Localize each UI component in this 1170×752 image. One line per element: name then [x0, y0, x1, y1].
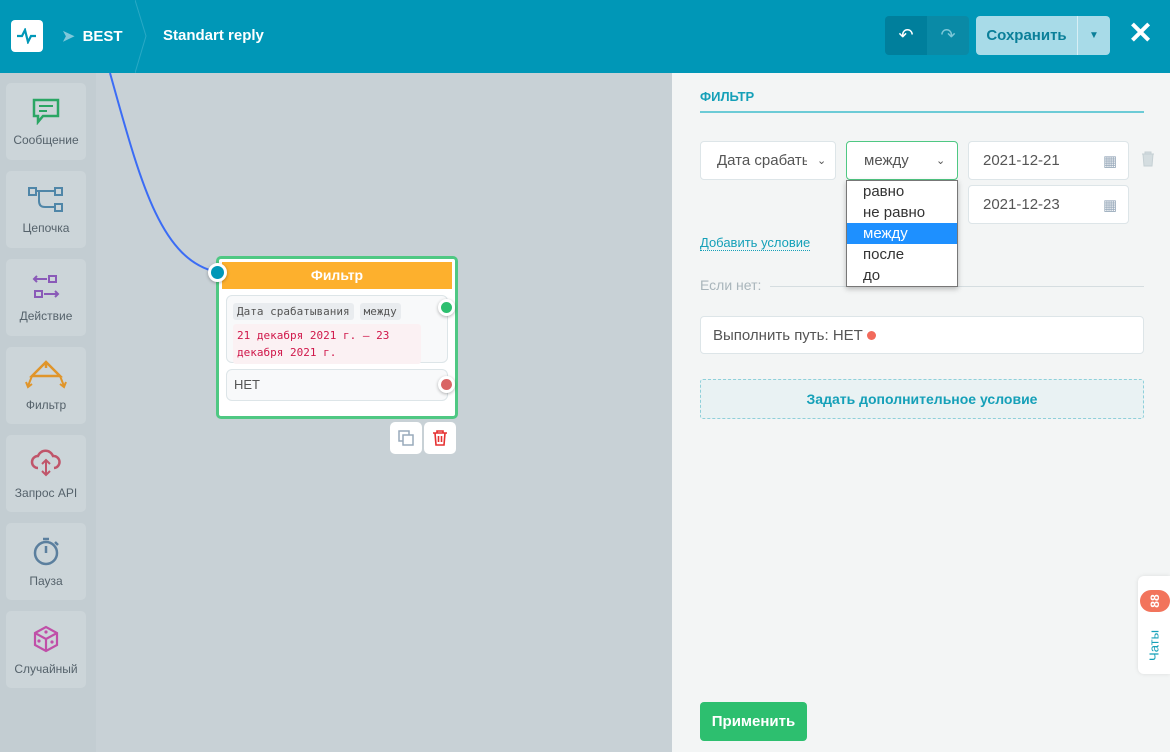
date-from-value: 2021-12-21	[983, 152, 1060, 169]
close-icon[interactable]: ✕	[1128, 18, 1153, 50]
panel-heading: ФИЛЬТР	[700, 89, 755, 104]
field-value: Дата срабать	[717, 152, 807, 169]
option-between[interactable]: между	[847, 223, 957, 244]
chats-label: Чаты	[1146, 630, 1162, 661]
operator-dropdown: равно не равно между после до	[846, 180, 958, 287]
undo-redo-group: ↶ ↷	[885, 16, 969, 55]
option-before[interactable]: до	[847, 265, 957, 286]
trash-icon	[433, 430, 447, 446]
add-condition-link[interactable]: Добавить условие	[700, 235, 811, 251]
delete-condition-icon[interactable]	[1141, 151, 1155, 167]
if-no-label: Если нет:	[700, 277, 762, 293]
no-output-port[interactable]	[438, 376, 455, 393]
apply-button[interactable]: Применить	[700, 702, 807, 741]
copy-node-button[interactable]	[390, 422, 422, 454]
no-path-label: Выполнить путь: НЕТ	[713, 327, 863, 344]
undo-button[interactable]: ↶	[885, 16, 927, 55]
node-no-branch[interactable]: НЕТ	[226, 369, 455, 401]
operator-value: между	[864, 152, 909, 169]
node-title: Фильтр	[222, 262, 452, 289]
chevron-down-icon: ⌄	[817, 155, 827, 167]
yes-output-port[interactable]	[438, 299, 455, 316]
option-after[interactable]: после	[847, 244, 957, 265]
option-not-equal[interactable]: не равно	[847, 202, 957, 223]
calendar-icon[interactable]: ▦	[1103, 196, 1117, 214]
option-equal[interactable]: равно	[847, 181, 957, 202]
add-extra-condition-button[interactable]: Задать дополнительное условие	[700, 379, 1144, 419]
chats-count-badge: 88	[1140, 590, 1170, 612]
red-dot-icon	[867, 331, 877, 340]
no-branch-label: НЕТ	[234, 377, 260, 392]
date-to-input[interactable]: 2021-12-23 ▦	[968, 185, 1129, 224]
filter-node[interactable]: Фильтр Дата срабатывания между 21 декабря…	[216, 256, 458, 419]
operator-select[interactable]: между ⌄	[846, 141, 958, 180]
condition-field: Дата срабатывания	[233, 303, 354, 320]
field-select[interactable]: Дата срабать ⌄	[700, 141, 836, 180]
save-dropdown-button[interactable]: ▼	[1078, 16, 1110, 55]
save-button-group: Сохранить ▼	[976, 16, 1110, 55]
condition-operator: между	[359, 303, 401, 320]
no-path-field[interactable]: Выполнить путь: НЕТ	[700, 316, 1144, 354]
save-button[interactable]: Сохранить	[976, 16, 1078, 55]
node-condition[interactable]: Дата срабатывания между 21 декабря 2021 г…	[226, 295, 455, 364]
condition-dates: 21 декабря 2021 г. — 23 декабря 2021 г.	[233, 324, 421, 364]
date-from-input[interactable]: 2021-12-21 ▦	[968, 141, 1129, 180]
node-input-port[interactable]	[208, 263, 227, 282]
delete-node-button[interactable]	[424, 422, 456, 454]
chevron-down-icon: ⌄	[936, 155, 946, 167]
chats-tab[interactable]: 88 Чаты	[1138, 576, 1170, 674]
heading-underline	[700, 111, 1144, 113]
date-to-value: 2021-12-23	[983, 196, 1060, 213]
calendar-icon[interactable]: ▦	[1103, 152, 1117, 170]
copy-icon	[398, 430, 414, 446]
redo-button[interactable]: ↷	[927, 16, 969, 55]
